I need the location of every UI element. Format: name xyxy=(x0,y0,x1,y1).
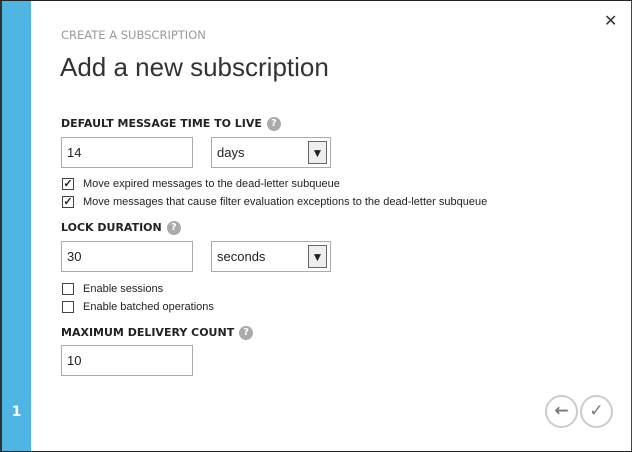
page-title: Add a new subscription xyxy=(60,52,329,82)
help-icon[interactable]: ? xyxy=(266,117,281,131)
checkbox-checked-icon[interactable]: ✓ xyxy=(62,196,74,208)
delivery-count-input[interactable]: 10 xyxy=(61,345,193,376)
enable-sessions-checkbox[interactable]: Enable sessions xyxy=(62,283,163,295)
checkmark-icon: ✓ xyxy=(589,401,604,421)
checkbox-label: Move expired messages to the dead-letter… xyxy=(83,178,340,190)
lock-label-text: LOCK DURATION xyxy=(61,221,162,234)
ttl-label: DEFAULT MESSAGE TIME TO LIVE? xyxy=(61,117,281,131)
checkbox-label: Enable batched operations xyxy=(83,301,214,313)
lock-value-input[interactable]: 30 xyxy=(61,241,193,272)
chevron-down-icon[interactable]: ▼ xyxy=(308,245,327,268)
close-icon[interactable]: ✕ xyxy=(604,11,617,30)
ttl-unit-value: days xyxy=(217,145,245,160)
help-icon[interactable]: ? xyxy=(166,221,181,235)
confirm-button[interactable]: ✓ xyxy=(580,395,613,428)
step-number: 1 xyxy=(11,404,22,420)
checkbox-label: Enable sessions xyxy=(83,283,164,295)
ttl-label-text: DEFAULT MESSAGE TIME TO LIVE xyxy=(61,117,262,130)
lock-label: LOCK DURATION? xyxy=(61,221,181,235)
checkbox-icon[interactable] xyxy=(62,301,74,313)
expired-deadletter-checkbox[interactable]: ✓ Move expired messages to the dead-lette… xyxy=(62,178,340,190)
lock-unit-select[interactable]: seconds ▼ xyxy=(211,241,331,272)
checkbox-label: Move messages that cause filter evaluati… xyxy=(83,196,488,208)
ttl-value-input[interactable]: 14 xyxy=(61,137,193,168)
dialog-subtitle: CREATE A SUBSCRIPTION xyxy=(61,28,206,42)
ttl-unit-select[interactable]: days ▼ xyxy=(211,137,331,168)
delivery-label: MAXIMUM DELIVERY COUNT? xyxy=(61,326,254,340)
back-button[interactable]: ← xyxy=(545,395,578,428)
checkbox-icon[interactable] xyxy=(62,283,74,295)
delivery-label-text: MAXIMUM DELIVERY COUNT xyxy=(61,326,235,339)
checkbox-checked-icon[interactable]: ✓ xyxy=(62,178,74,190)
lock-unit-value: seconds xyxy=(217,249,266,264)
enable-batched-checkbox[interactable]: Enable batched operations xyxy=(62,301,214,313)
chevron-down-icon[interactable]: ▼ xyxy=(308,141,327,164)
help-icon[interactable]: ? xyxy=(239,326,254,340)
step-sidebar xyxy=(2,1,31,451)
filter-exception-deadletter-checkbox[interactable]: ✓ Move messages that cause filter evaluat… xyxy=(62,196,487,208)
arrow-left-icon: ← xyxy=(554,401,569,421)
